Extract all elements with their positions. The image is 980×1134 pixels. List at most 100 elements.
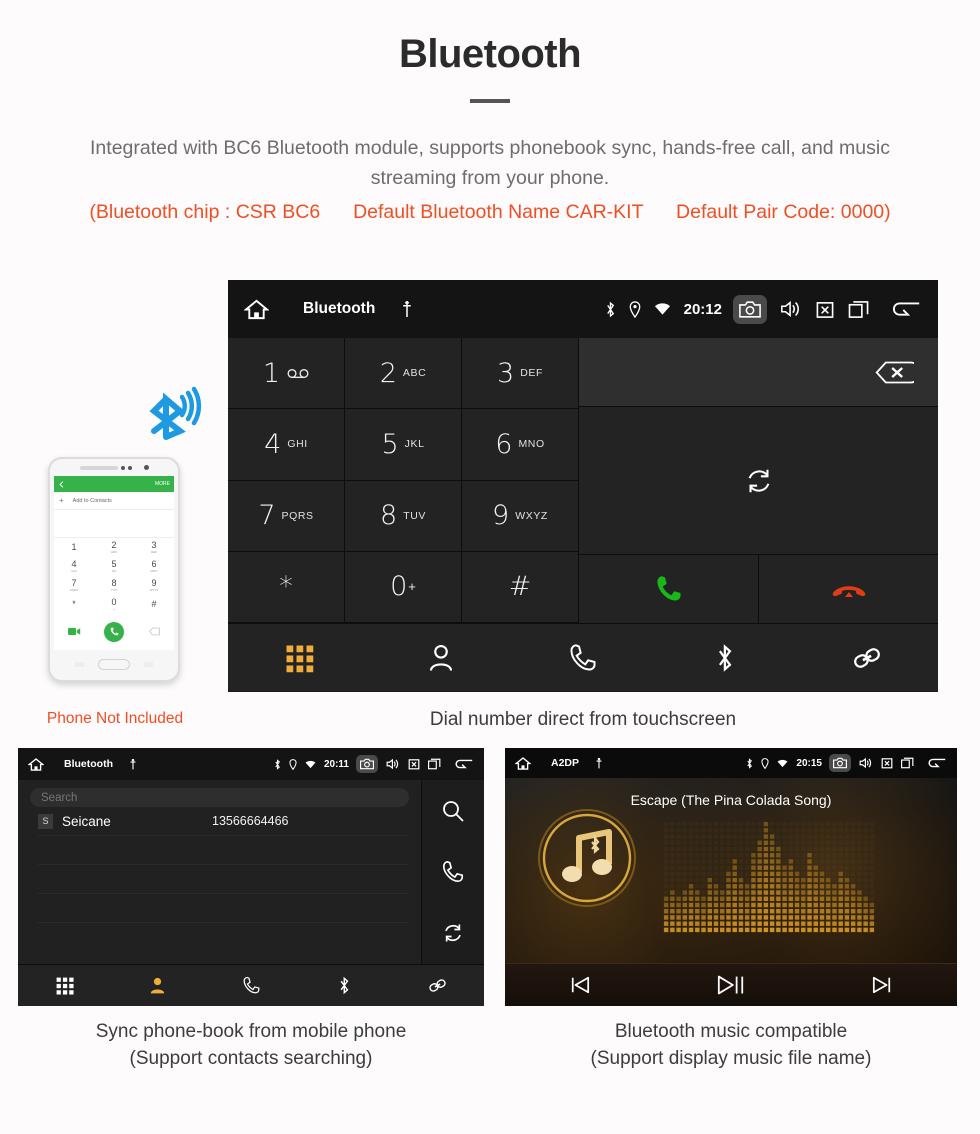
phone-handset-icon[interactable] xyxy=(441,860,465,884)
key-8[interactable]: 8 TUV xyxy=(345,480,462,552)
bluetooth-icon xyxy=(605,301,616,318)
phone-key-digit: 7 xyxy=(71,577,77,588)
contacts-side-toolbar xyxy=(422,780,484,964)
nav-item-keypad[interactable] xyxy=(228,624,370,691)
contact-number: 13566664466 xyxy=(212,814,289,828)
link-icon xyxy=(852,643,882,673)
key-plus: + xyxy=(408,579,416,595)
keypad-grid-icon xyxy=(284,643,314,673)
next-track-icon[interactable] xyxy=(847,975,917,995)
play-pause-icon[interactable] xyxy=(696,974,766,996)
phone-key-hash: # xyxy=(134,594,174,613)
close-box-icon[interactable] xyxy=(408,758,420,770)
recent-apps-icon[interactable] xyxy=(848,300,870,319)
sync-icon[interactable] xyxy=(441,921,465,945)
music-caption-line2: (Support display music file name) xyxy=(590,1048,872,1069)
call-button[interactable] xyxy=(579,555,759,623)
phone-key-0: 0 + xyxy=(94,594,134,613)
backspace-icon[interactable] xyxy=(874,360,914,385)
key-hash[interactable]: # xyxy=(462,551,579,623)
key-1[interactable]: 1 xyxy=(228,338,345,410)
key-letters: PQRS xyxy=(281,509,314,522)
call-icon xyxy=(654,574,684,604)
usb-icon xyxy=(401,300,413,318)
key-9[interactable]: 9 WXYZ xyxy=(462,480,579,552)
dialer-clock: 20:12 xyxy=(683,300,722,318)
smartphone-body: MORE + Add to Contacts 1 2 ABC 3 DEF 4 GHI 5 JKL… xyxy=(48,457,180,682)
camera-icon[interactable] xyxy=(733,294,767,324)
key-digit: 1 xyxy=(262,357,281,389)
recent-apps-icon[interactable] xyxy=(901,757,914,769)
home-icon[interactable] xyxy=(515,756,531,771)
contacts-list: Search S Seicane 13566664466 xyxy=(18,780,422,964)
number-display[interactable] xyxy=(579,338,938,407)
phone-key-digit: 4 xyxy=(71,559,77,570)
close-box-icon[interactable] xyxy=(881,757,893,769)
nav-item-bluetooth[interactable] xyxy=(654,624,796,691)
speaker-icon[interactable] xyxy=(859,757,873,769)
keypad-grid-icon xyxy=(55,976,74,995)
home-icon[interactable] xyxy=(244,298,269,321)
phone-call-button xyxy=(104,621,124,642)
nav-item-contacts[interactable] xyxy=(111,965,204,1006)
phone-add-label: Add to Contacts xyxy=(72,497,112,504)
speaker-icon[interactable] xyxy=(386,758,400,770)
key-digit: 7 xyxy=(258,500,276,532)
phone-key-8: 8 TUV xyxy=(94,576,134,595)
music-controls xyxy=(505,963,957,1006)
nav-item-call-log[interactable] xyxy=(512,624,654,691)
key-digit: 0 xyxy=(390,571,408,603)
contacts-empty-row-2 xyxy=(38,865,409,894)
recent-apps-icon[interactable] xyxy=(428,758,441,770)
nav-item-pair[interactable] xyxy=(391,965,484,1006)
music-clock: 20:15 xyxy=(796,757,822,769)
nav-item-pair[interactable] xyxy=(796,624,938,691)
nav-item-keypad[interactable] xyxy=(18,965,111,1006)
phone-key-digit: 1 xyxy=(71,542,77,553)
phone-front-camera xyxy=(143,465,149,470)
usb-icon xyxy=(595,757,603,769)
back-arrow-icon[interactable] xyxy=(892,299,922,319)
table-row[interactable]: S Seicane 13566664466 xyxy=(38,807,409,836)
sync-button[interactable] xyxy=(579,407,938,555)
phone-key-letters: JKL xyxy=(111,569,117,574)
key-digit: * xyxy=(279,571,293,603)
key-star[interactable]: * xyxy=(228,551,345,623)
search-input[interactable]: Search xyxy=(30,788,409,807)
spec-name: Default Bluetooth Name CAR-KIT xyxy=(353,201,644,223)
dot-matrix-spectrum xyxy=(663,821,875,933)
key-3[interactable]: 3 DEF xyxy=(462,338,579,410)
key-2[interactable]: 2 ABC xyxy=(345,338,462,410)
phone-key-2: 2 ABC xyxy=(94,538,134,557)
back-arrow-icon[interactable] xyxy=(455,758,474,770)
key-digit: 6 xyxy=(495,428,513,460)
key-5[interactable]: 5 JKL xyxy=(345,409,462,481)
speaker-icon[interactable] xyxy=(780,299,802,319)
key-digit: 9 xyxy=(492,500,510,532)
back-arrow-icon[interactable] xyxy=(928,757,947,769)
key-0[interactable]: 0 + xyxy=(345,551,462,623)
key-4[interactable]: 4 GHI xyxy=(228,409,345,481)
key-digit: 2 xyxy=(379,357,397,389)
phone-key-letters: + xyxy=(113,606,115,611)
key-7[interactable]: 7 PQRS xyxy=(228,480,345,552)
phone-app-bar: MORE xyxy=(54,476,174,492)
home-icon[interactable] xyxy=(28,757,44,772)
phone-keypad: 1 2 ABC 3 DEF 4 GHI 5 JKL 6 MNO 7 PQRS 8 TUV 9 WXYZ * 0 + # xyxy=(54,538,174,613)
music-screen: A2DP 20:15 Escape (The Pina Colada Song) xyxy=(505,748,957,1006)
nav-item-contacts[interactable] xyxy=(370,624,512,691)
dialer-keypad: 1 2 ABC 3 DEF 4 GHI 5 JKL 6 MNO 7 PQRS 8 TUV 9 WXYZ * 0 + # xyxy=(228,338,579,623)
nav-item-bluetooth[interactable] xyxy=(298,965,391,1006)
nav-item-call-log[interactable] xyxy=(204,965,297,1006)
phone-handset-icon xyxy=(242,976,261,995)
phone-key-digit: 3 xyxy=(151,540,157,551)
key-6[interactable]: 6 MNO xyxy=(462,409,579,481)
close-box-icon[interactable] xyxy=(815,300,835,319)
hangup-button[interactable] xyxy=(759,555,938,623)
camera-icon[interactable] xyxy=(356,755,378,773)
phone-key-9: 9 WXYZ xyxy=(134,576,174,595)
camera-icon[interactable] xyxy=(829,754,851,772)
search-icon[interactable] xyxy=(441,799,465,823)
previous-track-icon[interactable] xyxy=(545,975,615,995)
spec-line: (Bluetooth chip : CSR BC6 Default Blueto… xyxy=(0,197,980,227)
